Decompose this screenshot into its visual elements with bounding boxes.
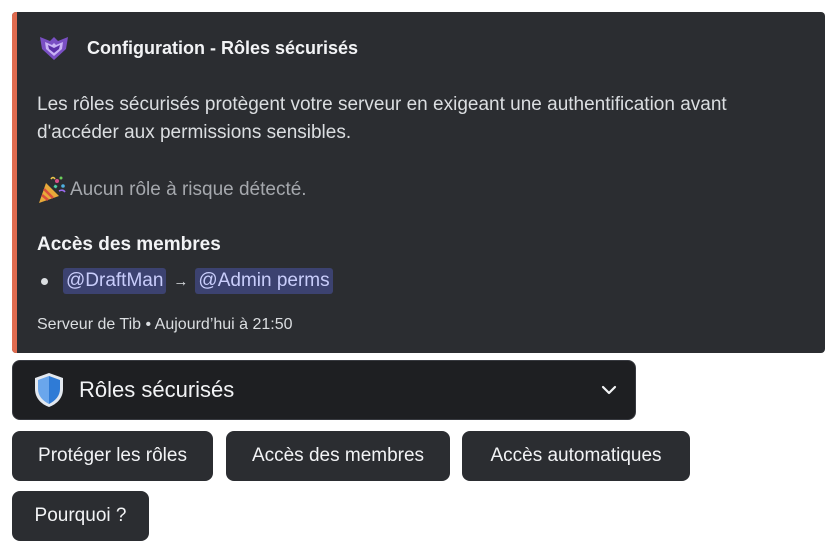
user-mention[interactable]: @DraftMan [63, 268, 167, 294]
member-access-button[interactable]: Accès des membres [226, 431, 450, 481]
list-item: @DraftMan → @Admin perms [37, 268, 333, 294]
party-popper-icon [37, 175, 67, 205]
chevron-down-icon[interactable] [600, 383, 618, 395]
embed-title: Configuration - Rôles sécurisés [87, 37, 359, 58]
automatic-access-button[interactable]: Accès automatiques [462, 431, 690, 481]
embed-footer: Serveur de Tib • Aujourd’hui à 21:50 [37, 316, 293, 333]
embed-description: Les rôles sécurisés protègent votre serv… [37, 94, 727, 143]
status-text: Aucun rôle à risque détecté. [70, 179, 307, 200]
configuration-embed: Configuration - Rôles sécurisés Les rôle… [12, 12, 825, 353]
select-selected-value: Rôles sécurisés [79, 377, 235, 402]
protect-roles-button[interactable]: Protéger les rôles [12, 431, 213, 481]
bullet [41, 277, 48, 285]
role-mention[interactable]: @Admin perms [195, 268, 333, 294]
status-line: Aucun rôle à risque détecté. [37, 175, 307, 205]
shield-icon [32, 371, 66, 409]
why-button[interactable]: Pourquoi ? [12, 491, 149, 541]
purple-shield-logo-icon [37, 35, 71, 61]
embed-author: Configuration - Rôles sécurisés [37, 35, 358, 61]
arrow-glyph: → [173, 272, 189, 290]
field-title: Accès des membres [37, 234, 221, 255]
embed-accent-bar [12, 12, 17, 353]
roles-select-menu[interactable]: Rôles sécurisés [12, 360, 636, 420]
